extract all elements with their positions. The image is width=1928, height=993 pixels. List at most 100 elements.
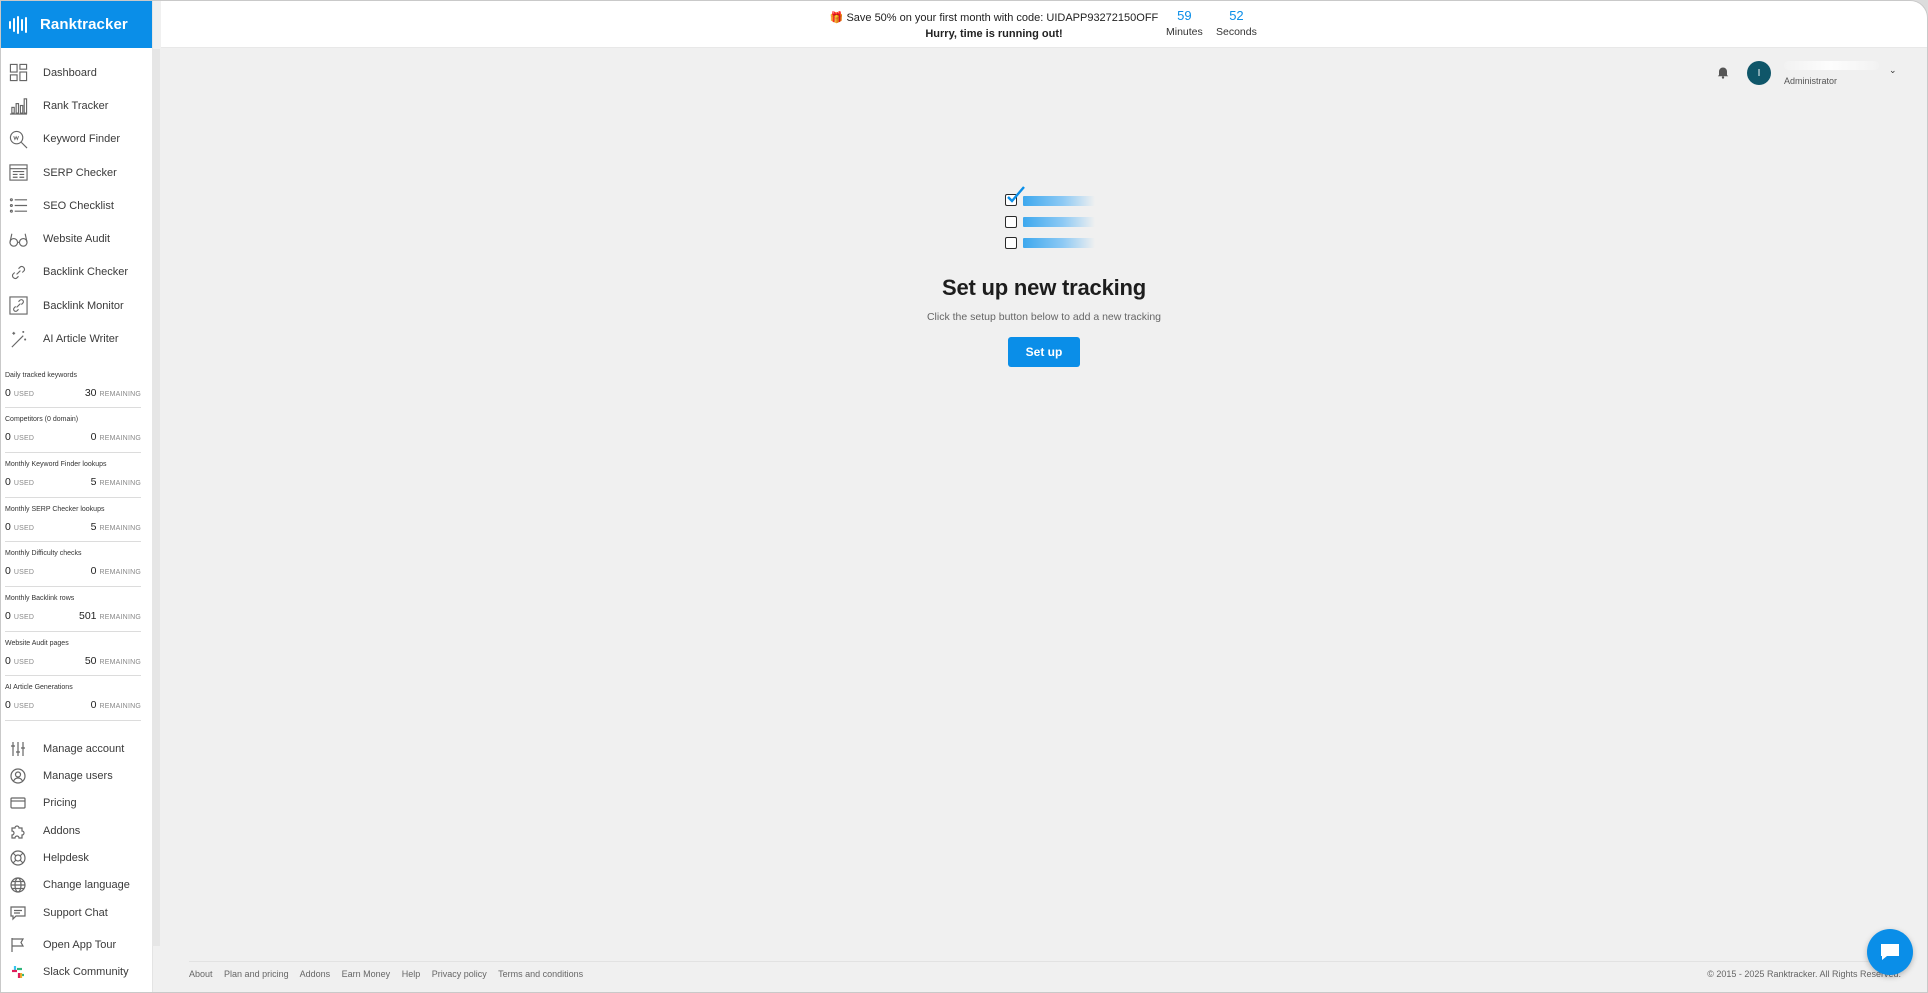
countdown-minutes: 59 Minutes <box>1166 7 1203 39</box>
main-nav: Dashboard Rank Tracker Keyword Finder SE… <box>1 56 152 356</box>
chat-launcher-button[interactable] <box>1867 929 1913 975</box>
quota-used-label: USED <box>13 435 35 443</box>
minutes-value: 59 <box>1177 8 1192 23</box>
quota-keyword-finder-lookups: Monthly Keyword Finder lookups 0 USED 5 REM… <box>5 453 141 498</box>
quota-remaining-value: 5 <box>90 520 97 533</box>
setup-button[interactable]: Set up <box>1008 337 1080 367</box>
avatar[interactable]: I <box>1747 61 1771 85</box>
quota-used-label: USED <box>13 658 35 666</box>
checklist-illustration-icon <box>989 183 1099 255</box>
magnifier-icon <box>8 129 28 149</box>
usage-quotas: Daily tracked keywords 0 USED 30 REMAINING … <box>1 364 152 722</box>
sidebar-item-slack-community[interactable]: Slack Community <box>1 959 152 986</box>
footer-link-earn-money[interactable]: Earn Money <box>342 969 391 979</box>
sidebar-item-serp-checker[interactable]: SERP Checker <box>1 156 152 189</box>
globe-icon <box>9 876 27 894</box>
sidebar-item-label: Support Chat <box>43 906 108 919</box>
sidebar-item-label: SERP Checker <box>43 166 117 179</box>
quota-remaining-label: REMAINING <box>99 390 141 398</box>
sidebar-item-label: Helpdesk <box>43 852 89 864</box>
sidebar-item-addons[interactable]: Addons <box>1 817 152 844</box>
quota-used-value: 0 <box>5 476 11 489</box>
magic-wand-icon <box>8 329 28 349</box>
sidebar-item-ai-article-writer[interactable]: AI Article Writer <box>1 322 152 355</box>
footer-link-terms[interactable]: Terms and conditions <box>498 969 583 979</box>
footer-link-privacy-policy[interactable]: Privacy policy <box>432 969 487 979</box>
sidebar-item-rank-tracker[interactable]: Rank Tracker <box>1 89 152 122</box>
quota-remaining-label: REMAINING <box>99 658 141 666</box>
quota-competitors: Competitors (0 domain) 0 USED 0 REMAINING <box>5 408 141 454</box>
copyright: © 2015 - 2025 Ranktracker. All Rights Re… <box>1707 969 1901 979</box>
empty-state-title: Set up new tracking <box>941 275 1147 300</box>
quota-used-value: 0 <box>5 565 11 578</box>
sidebar-item-label: SEO Checklist <box>43 199 114 212</box>
user-name-redacted[interactable] <box>1784 61 1879 70</box>
quota-remaining-value: 30 <box>84 386 97 399</box>
chevron-down-icon[interactable]: ⌄ <box>1889 65 1897 76</box>
quota-remaining-value: 0 <box>90 565 97 578</box>
quota-used-value: 0 <box>5 520 11 533</box>
credit-card-icon <box>9 794 27 812</box>
quota-title: Website Audit pages <box>5 639 69 647</box>
footer-link-about[interactable]: About <box>189 969 213 979</box>
sidebar-item-label: Keyword Finder <box>43 133 121 146</box>
sidebar-item-open-app-tour[interactable]: Open App Tour <box>1 931 152 958</box>
countdown-seconds: 52 Seconds <box>1216 7 1257 39</box>
puzzle-icon <box>9 822 27 840</box>
quota-backlink-rows: Monthly Backlink rows 0 USED 501 REMAINING <box>5 587 141 632</box>
promo-code-text: Save 50% on your first month with code: … <box>846 12 1159 24</box>
sidebar-item-keyword-finder[interactable]: Keyword Finder <box>1 123 152 156</box>
quota-used-label: USED <box>13 614 35 622</box>
sidebar-item-label: Change language <box>43 879 130 892</box>
sidebar-item-label: Backlink Monitor <box>43 299 124 312</box>
empty-state: Set up new tracking Click the setup butt… <box>861 183 1227 367</box>
brand-header[interactable]: Ranktracker <box>1 1 152 48</box>
quota-remaining-label: REMAINING <box>99 569 141 577</box>
sidebar-item-helpdesk[interactable]: Helpdesk <box>1 844 152 871</box>
quota-used-label: USED <box>13 569 35 577</box>
chat-icon <box>9 904 27 922</box>
promo-text: 🎁 Save 50% on your first month with code:… <box>829 10 1159 42</box>
quota-remaining-label: REMAINING <box>99 524 141 532</box>
sidebar-item-manage-account[interactable]: Manage account <box>1 735 152 762</box>
quota-used-value: 0 <box>5 610 11 623</box>
sidebar-item-label: Addons <box>43 824 81 837</box>
footer-link-addons[interactable]: Addons <box>300 969 331 979</box>
sidebar-item-change-language[interactable]: Change language <box>1 872 152 899</box>
link-icon <box>8 262 28 282</box>
sliders-icon <box>9 740 27 758</box>
quota-used-value: 0 <box>5 699 11 712</box>
footer-link-plan-and-pricing[interactable]: Plan and pricing <box>224 969 289 979</box>
gift-icon: 🎁 <box>829 12 844 24</box>
brand-name: Ranktracker <box>40 16 128 33</box>
footer-link-help[interactable]: Help <box>402 969 421 979</box>
quota-difficulty-checks: Monthly Difficulty checks 0 USED 0 REMAININ… <box>5 542 141 588</box>
flag-icon <box>9 936 27 954</box>
sidebar-item-backlink-checker[interactable]: Backlink Checker <box>1 256 152 289</box>
sidebar-item-support-chat[interactable]: Support Chat <box>1 899 152 926</box>
bell-icon[interactable] <box>1716 65 1730 79</box>
sidebar-item-dashboard[interactable]: Dashboard <box>1 56 152 89</box>
quota-remaining-label: REMAINING <box>99 480 141 488</box>
quota-ai-article-generations: AI Article Generations 0 USED 0 REMAINING <box>5 676 141 722</box>
sidebar-item-label: Slack Community <box>43 966 129 979</box>
footer-links: About Plan and pricing Addons Earn Money… <box>189 969 592 979</box>
sidebar-scrollbar[interactable] <box>152 49 160 946</box>
quota-remaining-label: REMAINING <box>99 614 141 622</box>
sidebar-item-pricing[interactable]: Pricing <box>1 790 152 817</box>
app-window: Ranktracker Dashboard Rank Tracker Keywo… <box>0 0 1928 993</box>
sidebar-item-seo-checklist[interactable]: SEO Checklist <box>1 189 152 222</box>
monitor-link-icon <box>8 296 28 316</box>
empty-state-subtitle: Click the setup button below to add a ne… <box>926 311 1162 323</box>
account-nav: Manage account Manage users Pricing Addo… <box>1 735 152 986</box>
sidebar-item-label: Rank Tracker <box>43 99 109 112</box>
user-circle-icon <box>9 767 27 785</box>
quota-remaining-value: 0 <box>90 431 97 444</box>
quota-title: AI Article Generations <box>5 684 73 692</box>
sidebar-item-backlink-monitor[interactable]: Backlink Monitor <box>1 289 152 322</box>
quota-title: Monthly Backlink rows <box>5 595 75 603</box>
avatar-initial: I <box>1757 67 1761 79</box>
sidebar-item-manage-users[interactable]: Manage users <box>1 762 152 789</box>
sidebar-item-website-audit[interactable]: Website Audit <box>1 222 152 255</box>
quota-remaining-value: 501 <box>78 610 97 623</box>
